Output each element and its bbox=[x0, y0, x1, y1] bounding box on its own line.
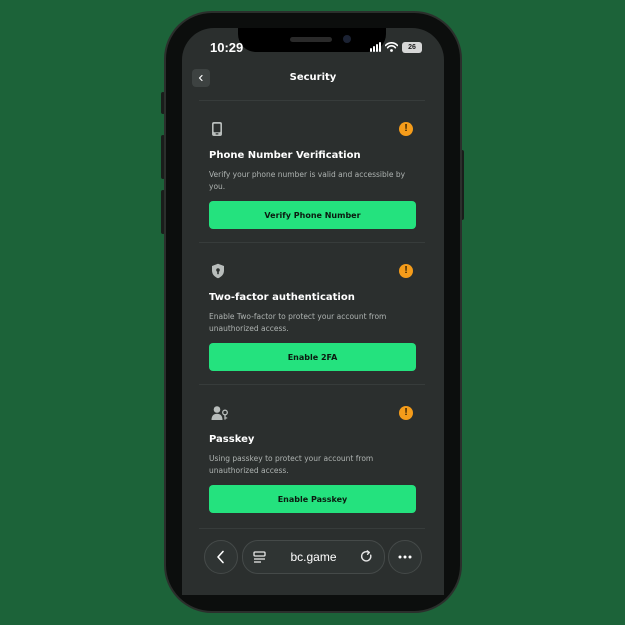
two-factor-section: ! Two-factor authentication Enable Two-f… bbox=[199, 242, 425, 385]
more-button[interactable] bbox=[388, 540, 422, 574]
reload-icon[interactable] bbox=[360, 550, 373, 563]
section-title: Two-factor authentication bbox=[209, 292, 355, 303]
cellular-signal-icon bbox=[370, 42, 381, 52]
status-time: 10:29 bbox=[210, 40, 244, 55]
action-button bbox=[161, 92, 165, 114]
passkey-icon bbox=[211, 406, 228, 420]
more-icon bbox=[398, 555, 412, 559]
section-title: Passkey bbox=[209, 434, 255, 445]
browser-bottom-bar: bc.game bbox=[182, 530, 444, 595]
warning-icon: ! bbox=[399, 122, 413, 136]
dynamic-island bbox=[238, 28, 386, 52]
phone-verification-section: ! Phone Number Verification Verify your … bbox=[199, 100, 425, 243]
warning-icon: ! bbox=[399, 406, 413, 420]
volume-down-button bbox=[161, 190, 165, 234]
wifi-icon bbox=[385, 42, 398, 52]
passkey-section: ! Passkey Using passkey to protect your … bbox=[199, 384, 425, 530]
page-title: Security bbox=[289, 72, 337, 83]
phone-icon bbox=[212, 122, 222, 136]
front-camera bbox=[343, 35, 351, 43]
address-bar[interactable]: bc.game bbox=[242, 540, 385, 574]
speaker-grille bbox=[290, 37, 332, 42]
battery-icon: 26 bbox=[402, 41, 422, 53]
volume-up-button bbox=[161, 135, 165, 179]
divider bbox=[199, 528, 425, 529]
section-description: Verify your phone number is valid and ac… bbox=[209, 170, 406, 191]
shield-icon bbox=[212, 263, 224, 279]
chevron-left-icon bbox=[217, 550, 224, 564]
page-header: Security bbox=[182, 62, 444, 98]
enable-2fa-button[interactable]: Enable 2FA bbox=[209, 343, 416, 371]
browser-back-button[interactable] bbox=[204, 540, 238, 574]
security-list: ! Phone Number Verification Verify your … bbox=[199, 100, 425, 530]
status-icons: 26 bbox=[370, 40, 422, 54]
section-description: Using passkey to protect your account fr… bbox=[209, 454, 374, 475]
section-description: Enable Two-factor to protect your accoun… bbox=[209, 312, 387, 333]
section-title: Phone Number Verification bbox=[209, 150, 361, 161]
verify-phone-button[interactable]: Verify Phone Number bbox=[209, 201, 416, 229]
enable-passkey-button[interactable]: Enable Passkey bbox=[209, 485, 416, 513]
warning-icon: ! bbox=[399, 264, 413, 278]
power-button bbox=[460, 150, 464, 220]
